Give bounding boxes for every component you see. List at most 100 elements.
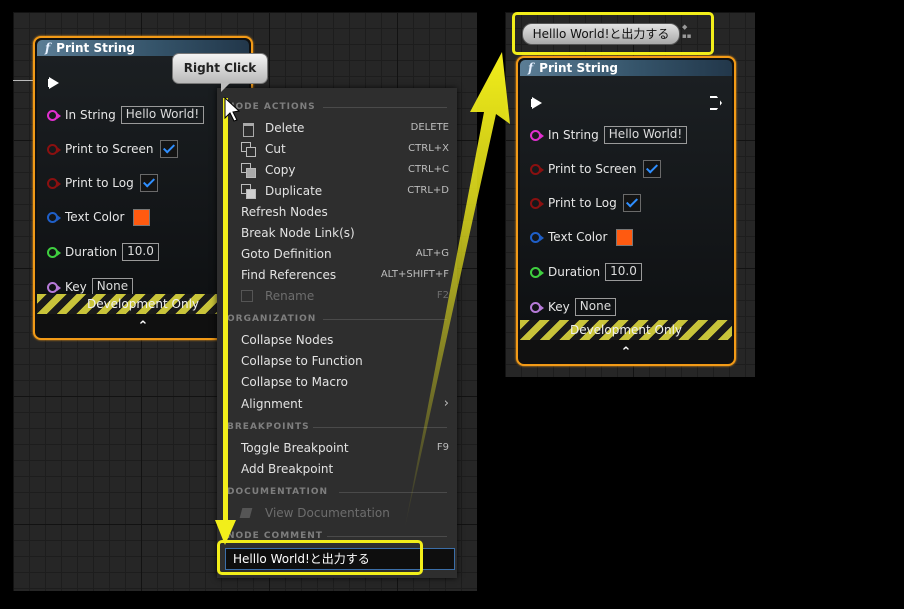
- bool-pin-icon[interactable]: [47, 143, 61, 155]
- menu-item-cut[interactable]: Cut: [265, 139, 286, 159]
- key-input[interactable]: None: [574, 298, 617, 316]
- menu-item-collapse-to-function[interactable]: Collapse to Function: [241, 351, 363, 371]
- menu-item-add-breakpoint[interactable]: Add Breakpoint: [241, 459, 333, 479]
- node-title: Print String: [56, 41, 135, 55]
- duration-label: Duration: [548, 265, 601, 279]
- menu-item-delete[interactable]: Delete: [265, 118, 304, 138]
- menu-item-goto-definition[interactable]: Goto Definition: [241, 244, 332, 264]
- cut-icon: [241, 142, 256, 157]
- in-string-row: In String Hello World!: [530, 126, 688, 144]
- exec-pin-icon: [531, 97, 542, 109]
- shortcut-copy: CTRL+C: [408, 164, 449, 175]
- duration-row: Duration 10.0: [47, 243, 159, 261]
- duration-input[interactable]: 10.0: [122, 243, 159, 261]
- print-log-label: Print to Log: [65, 176, 134, 190]
- menu-item-view-documentation: View Documentation: [265, 506, 390, 520]
- float-pin-icon[interactable]: [47, 246, 61, 258]
- name-pin-icon[interactable]: [47, 281, 61, 293]
- duration-label: Duration: [65, 245, 118, 259]
- print-screen-checkbox[interactable]: [642, 160, 661, 178]
- in-string-label: In String: [65, 108, 116, 122]
- print-screen-row: Print to Screen: [530, 160, 661, 178]
- duration-row: Duration 10.0: [530, 263, 642, 281]
- menu-item-collapse-nodes[interactable]: Collapse Nodes: [241, 330, 333, 350]
- section-documentation: DOCUMENTATION: [227, 487, 447, 497]
- print-log-label: Print to Log: [548, 196, 617, 210]
- text-color-label: Text Color: [65, 210, 125, 224]
- trash-icon: [241, 121, 255, 137]
- print-log-checkbox[interactable]: [139, 174, 158, 192]
- string-pin-icon[interactable]: [47, 109, 61, 121]
- section-node-actions: NODE ACTIONS: [227, 102, 447, 112]
- exec-out-pin[interactable]: [710, 94, 722, 112]
- shortcut-goto-definition: ALT+G: [415, 248, 449, 259]
- function-icon: f: [45, 41, 51, 55]
- struct-pin-icon[interactable]: [47, 211, 61, 223]
- text-color-row: Text Color: [530, 228, 634, 246]
- node-title: Print String: [539, 61, 618, 75]
- right-click-callout: Right Click: [172, 53, 268, 92]
- print-log-checkbox[interactable]: [622, 194, 641, 212]
- rename-icon: [241, 289, 255, 303]
- bool-pin-icon[interactable]: [47, 177, 61, 189]
- document-icon: [239, 507, 255, 521]
- print-screen-label: Print to Screen: [65, 142, 154, 156]
- node-comment-bubble[interactable]: Helllo World!と出力する: [522, 23, 680, 45]
- in-string-input[interactable]: Hello World!: [603, 126, 688, 144]
- exec-wire: [13, 80, 33, 81]
- section-organization: ORGANIZATION: [227, 314, 447, 324]
- print-screen-label: Print to Screen: [548, 162, 637, 176]
- node-header[interactable]: f Print String: [520, 60, 732, 76]
- bool-pin-icon[interactable]: [530, 163, 544, 175]
- shortcut-duplicate: CTRL+D: [407, 185, 449, 196]
- context-menu[interactable]: NODE ACTIONS Delete DELETE Cut CTRL+X Co…: [217, 88, 457, 578]
- menu-item-toggle-breakpoint[interactable]: Toggle Breakpoint: [241, 438, 349, 458]
- text-color-swatch[interactable]: [616, 228, 634, 246]
- bool-pin-icon[interactable]: [530, 197, 544, 209]
- comment-bubble-pin-icon[interactable]: ◆ ▪▪: [682, 23, 696, 43]
- exec-pin-icon: [48, 77, 59, 89]
- shortcut-toggle-breakpoint: F9: [436, 442, 449, 453]
- print-log-row: Print to Log: [47, 174, 158, 192]
- shortcut-find-references: ALT+SHIFT+F: [380, 269, 449, 280]
- print-screen-row: Print to Screen: [47, 140, 178, 158]
- text-color-label: Text Color: [548, 230, 608, 244]
- menu-item-alignment[interactable]: Alignment: [241, 394, 302, 414]
- menu-item-rename: Rename: [265, 289, 315, 303]
- menu-item-break-node-links[interactable]: Break Node Link(s): [241, 223, 355, 243]
- print-string-node-right[interactable]: f Print String In String Hello World! Pri…: [516, 56, 736, 366]
- shortcut-cut: CTRL+X: [408, 143, 449, 154]
- text-color-row: Text Color: [47, 208, 151, 226]
- print-log-row: Print to Log: [530, 194, 641, 212]
- shortcut-delete: DELETE: [410, 122, 449, 133]
- in-string-label: In String: [548, 128, 599, 142]
- name-pin-icon[interactable]: [530, 301, 544, 313]
- dev-only-label: Development Only: [569, 323, 683, 337]
- float-pin-icon[interactable]: [530, 266, 544, 278]
- key-row: Key None: [530, 298, 617, 316]
- in-string-input[interactable]: Hello World!: [120, 106, 205, 124]
- string-pin-icon[interactable]: [530, 129, 544, 141]
- duplicate-icon: [241, 184, 256, 199]
- menu-item-refresh-nodes[interactable]: Refresh Nodes: [241, 202, 328, 222]
- duration-input[interactable]: 10.0: [605, 263, 642, 281]
- exec-out-pin-icon: [710, 96, 722, 110]
- shortcut-rename: F2: [436, 290, 449, 301]
- expand-chevron-icon[interactable]: ⌃: [518, 345, 734, 360]
- function-icon: f: [528, 61, 534, 75]
- struct-pin-icon[interactable]: [530, 231, 544, 243]
- copy-icon: [241, 163, 256, 178]
- print-screen-checkbox[interactable]: [159, 140, 178, 158]
- menu-item-duplicate[interactable]: Duplicate: [265, 181, 322, 201]
- in-string-row: In String Hello World!: [47, 106, 205, 124]
- key-label: Key: [548, 300, 570, 314]
- exec-in-pin[interactable]: [48, 74, 59, 92]
- menu-item-find-references[interactable]: Find References: [241, 265, 336, 285]
- comment-input-highlight: [217, 540, 423, 575]
- exec-in-pin[interactable]: [531, 94, 542, 112]
- section-breakpoints: BREAKPOINTS: [227, 422, 447, 432]
- text-color-swatch[interactable]: [133, 208, 151, 226]
- menu-item-collapse-to-macro[interactable]: Collapse to Macro: [241, 372, 348, 392]
- submenu-arrow-icon: ›: [443, 396, 449, 411]
- menu-item-copy[interactable]: Copy: [265, 160, 295, 180]
